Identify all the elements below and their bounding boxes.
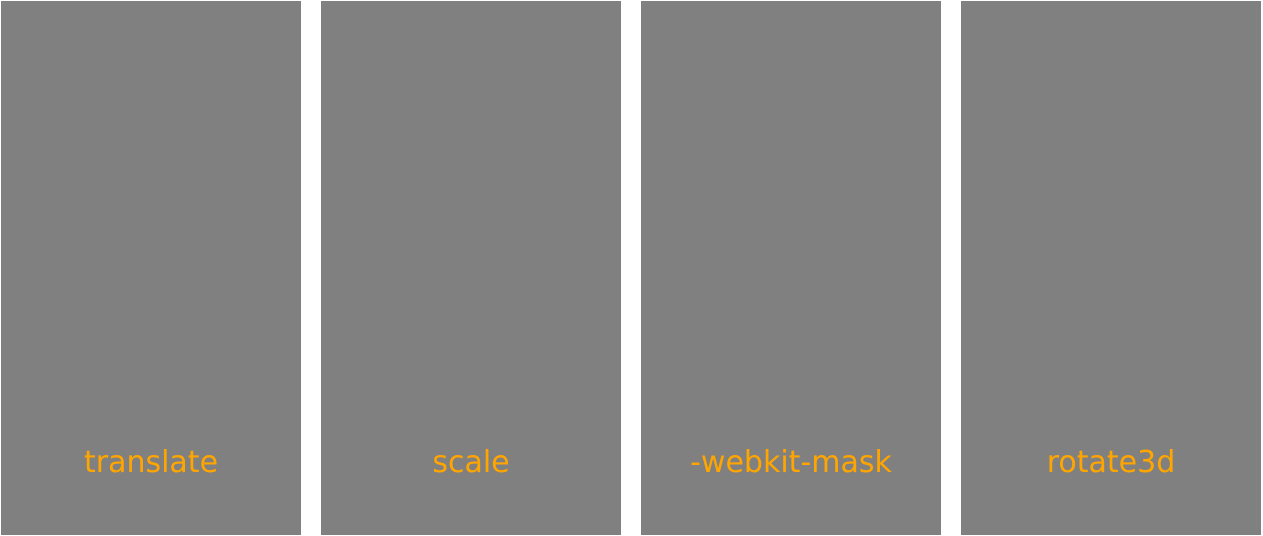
card-label: scale: [432, 445, 510, 480]
card-label: translate: [83, 445, 219, 480]
card-translate[interactable]: translate: [1, 1, 301, 535]
card-webkit-mask[interactable]: -webkit-mask: [641, 1, 941, 535]
card-scale[interactable]: scale: [321, 1, 621, 535]
card-label: rotate3d: [1046, 445, 1176, 480]
card-rotate3d[interactable]: rotate3d: [961, 1, 1261, 535]
card-label: -webkit-mask: [690, 445, 892, 480]
card-grid: translate scale -webkit-mask rotate3d: [0, 0, 1263, 536]
